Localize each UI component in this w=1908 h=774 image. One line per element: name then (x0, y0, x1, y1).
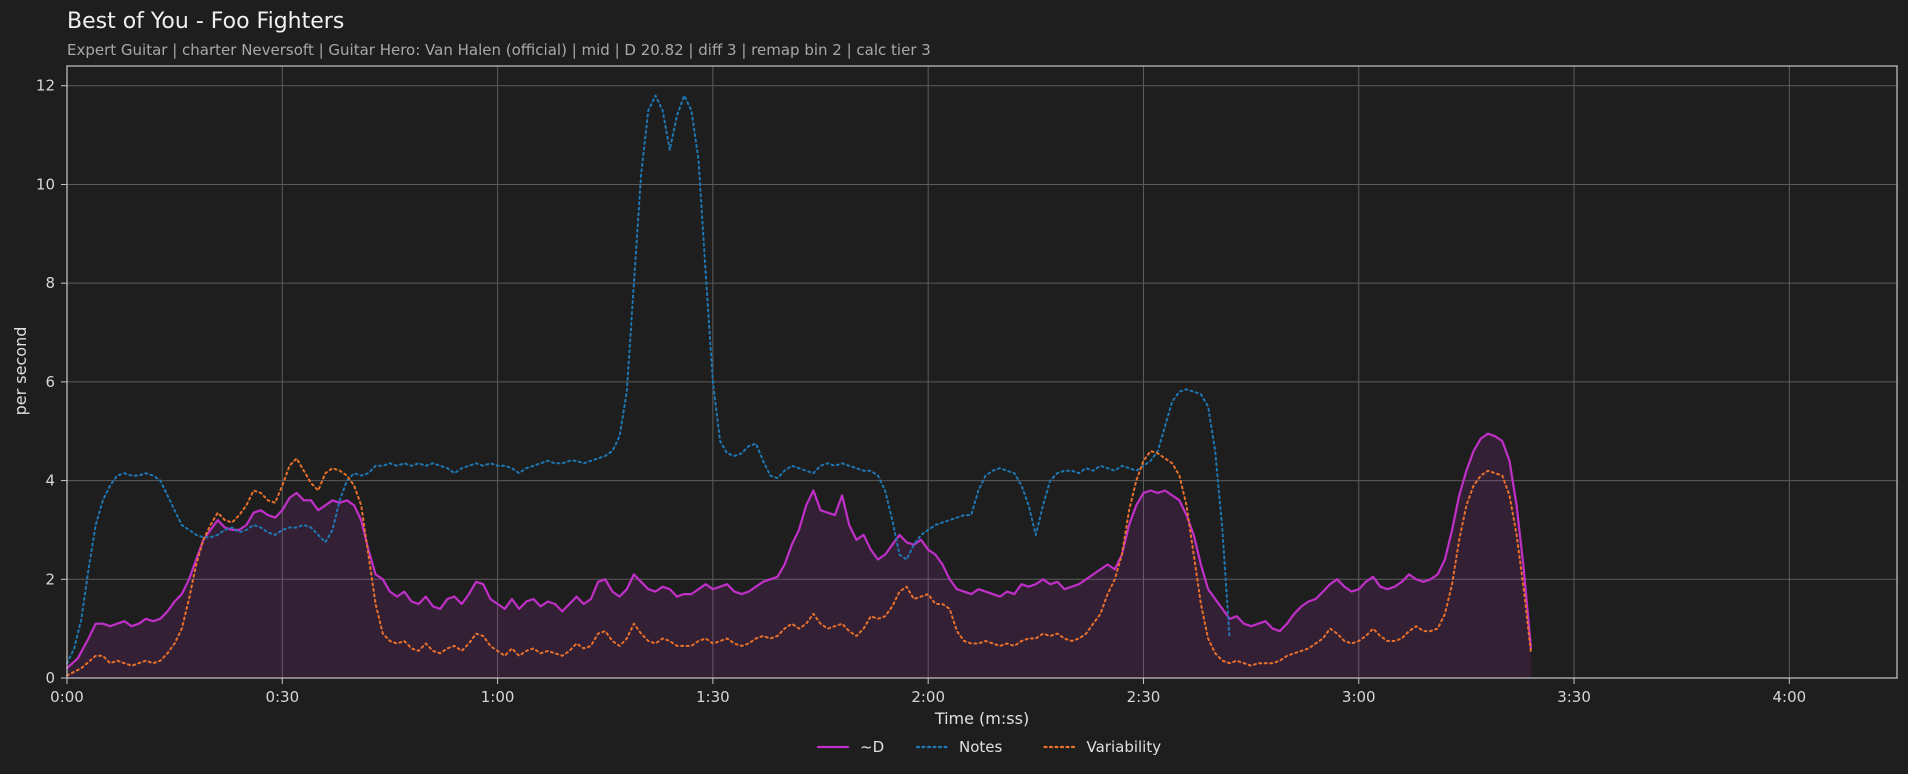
y-tick-label: 10 (36, 175, 55, 193)
area-fills (67, 433, 1531, 678)
y-tick-label: 6 (45, 373, 55, 391)
chart-page: Best of You - Foo Fighters Expert Guitar… (0, 0, 1908, 774)
y-tick-label: 8 (45, 274, 55, 292)
y-tick-label: 0 (45, 669, 55, 687)
x-tick-label: 3:00 (1342, 688, 1376, 706)
y-tick-label: 2 (45, 570, 55, 588)
y-axis-ticks: 0 2 4 6 8 10 12 (36, 77, 67, 687)
x-tick-label: 1:00 (481, 688, 515, 706)
x-tick-label: 1:30 (696, 688, 730, 706)
legend-label: ~D (860, 738, 884, 756)
line-chart: Best of You - Foo Fighters Expert Guitar… (11, 9, 1898, 756)
x-tick-label: 2:30 (1127, 688, 1161, 706)
series-area-d (67, 433, 1531, 678)
y-axis-label: per second (11, 327, 30, 416)
y-tick-label: 4 (45, 472, 55, 490)
x-tick-label: 0:00 (50, 688, 84, 706)
chart-subtitle: Expert Guitar | charter Neversoft | Guit… (67, 41, 931, 59)
x-axis-label: Time (m:ss) (934, 709, 1029, 728)
x-tick-label: 4:00 (1773, 688, 1807, 706)
legend-label: Notes (959, 738, 1003, 756)
legend: ~D Notes Variability (816, 738, 1162, 756)
x-tick-label: 2:00 (911, 688, 945, 706)
x-tick-label: 3:30 (1557, 688, 1591, 706)
y-tick-label: 12 (36, 77, 55, 95)
x-axis-ticks: 0:00 0:30 1:00 1:30 2:00 2:30 3:00 3:30 4:00 (50, 678, 1806, 706)
x-tick-label: 0:30 (265, 688, 299, 706)
legend-label: Variability (1087, 738, 1162, 756)
chart-title: Best of You - Foo Fighters (67, 9, 344, 34)
